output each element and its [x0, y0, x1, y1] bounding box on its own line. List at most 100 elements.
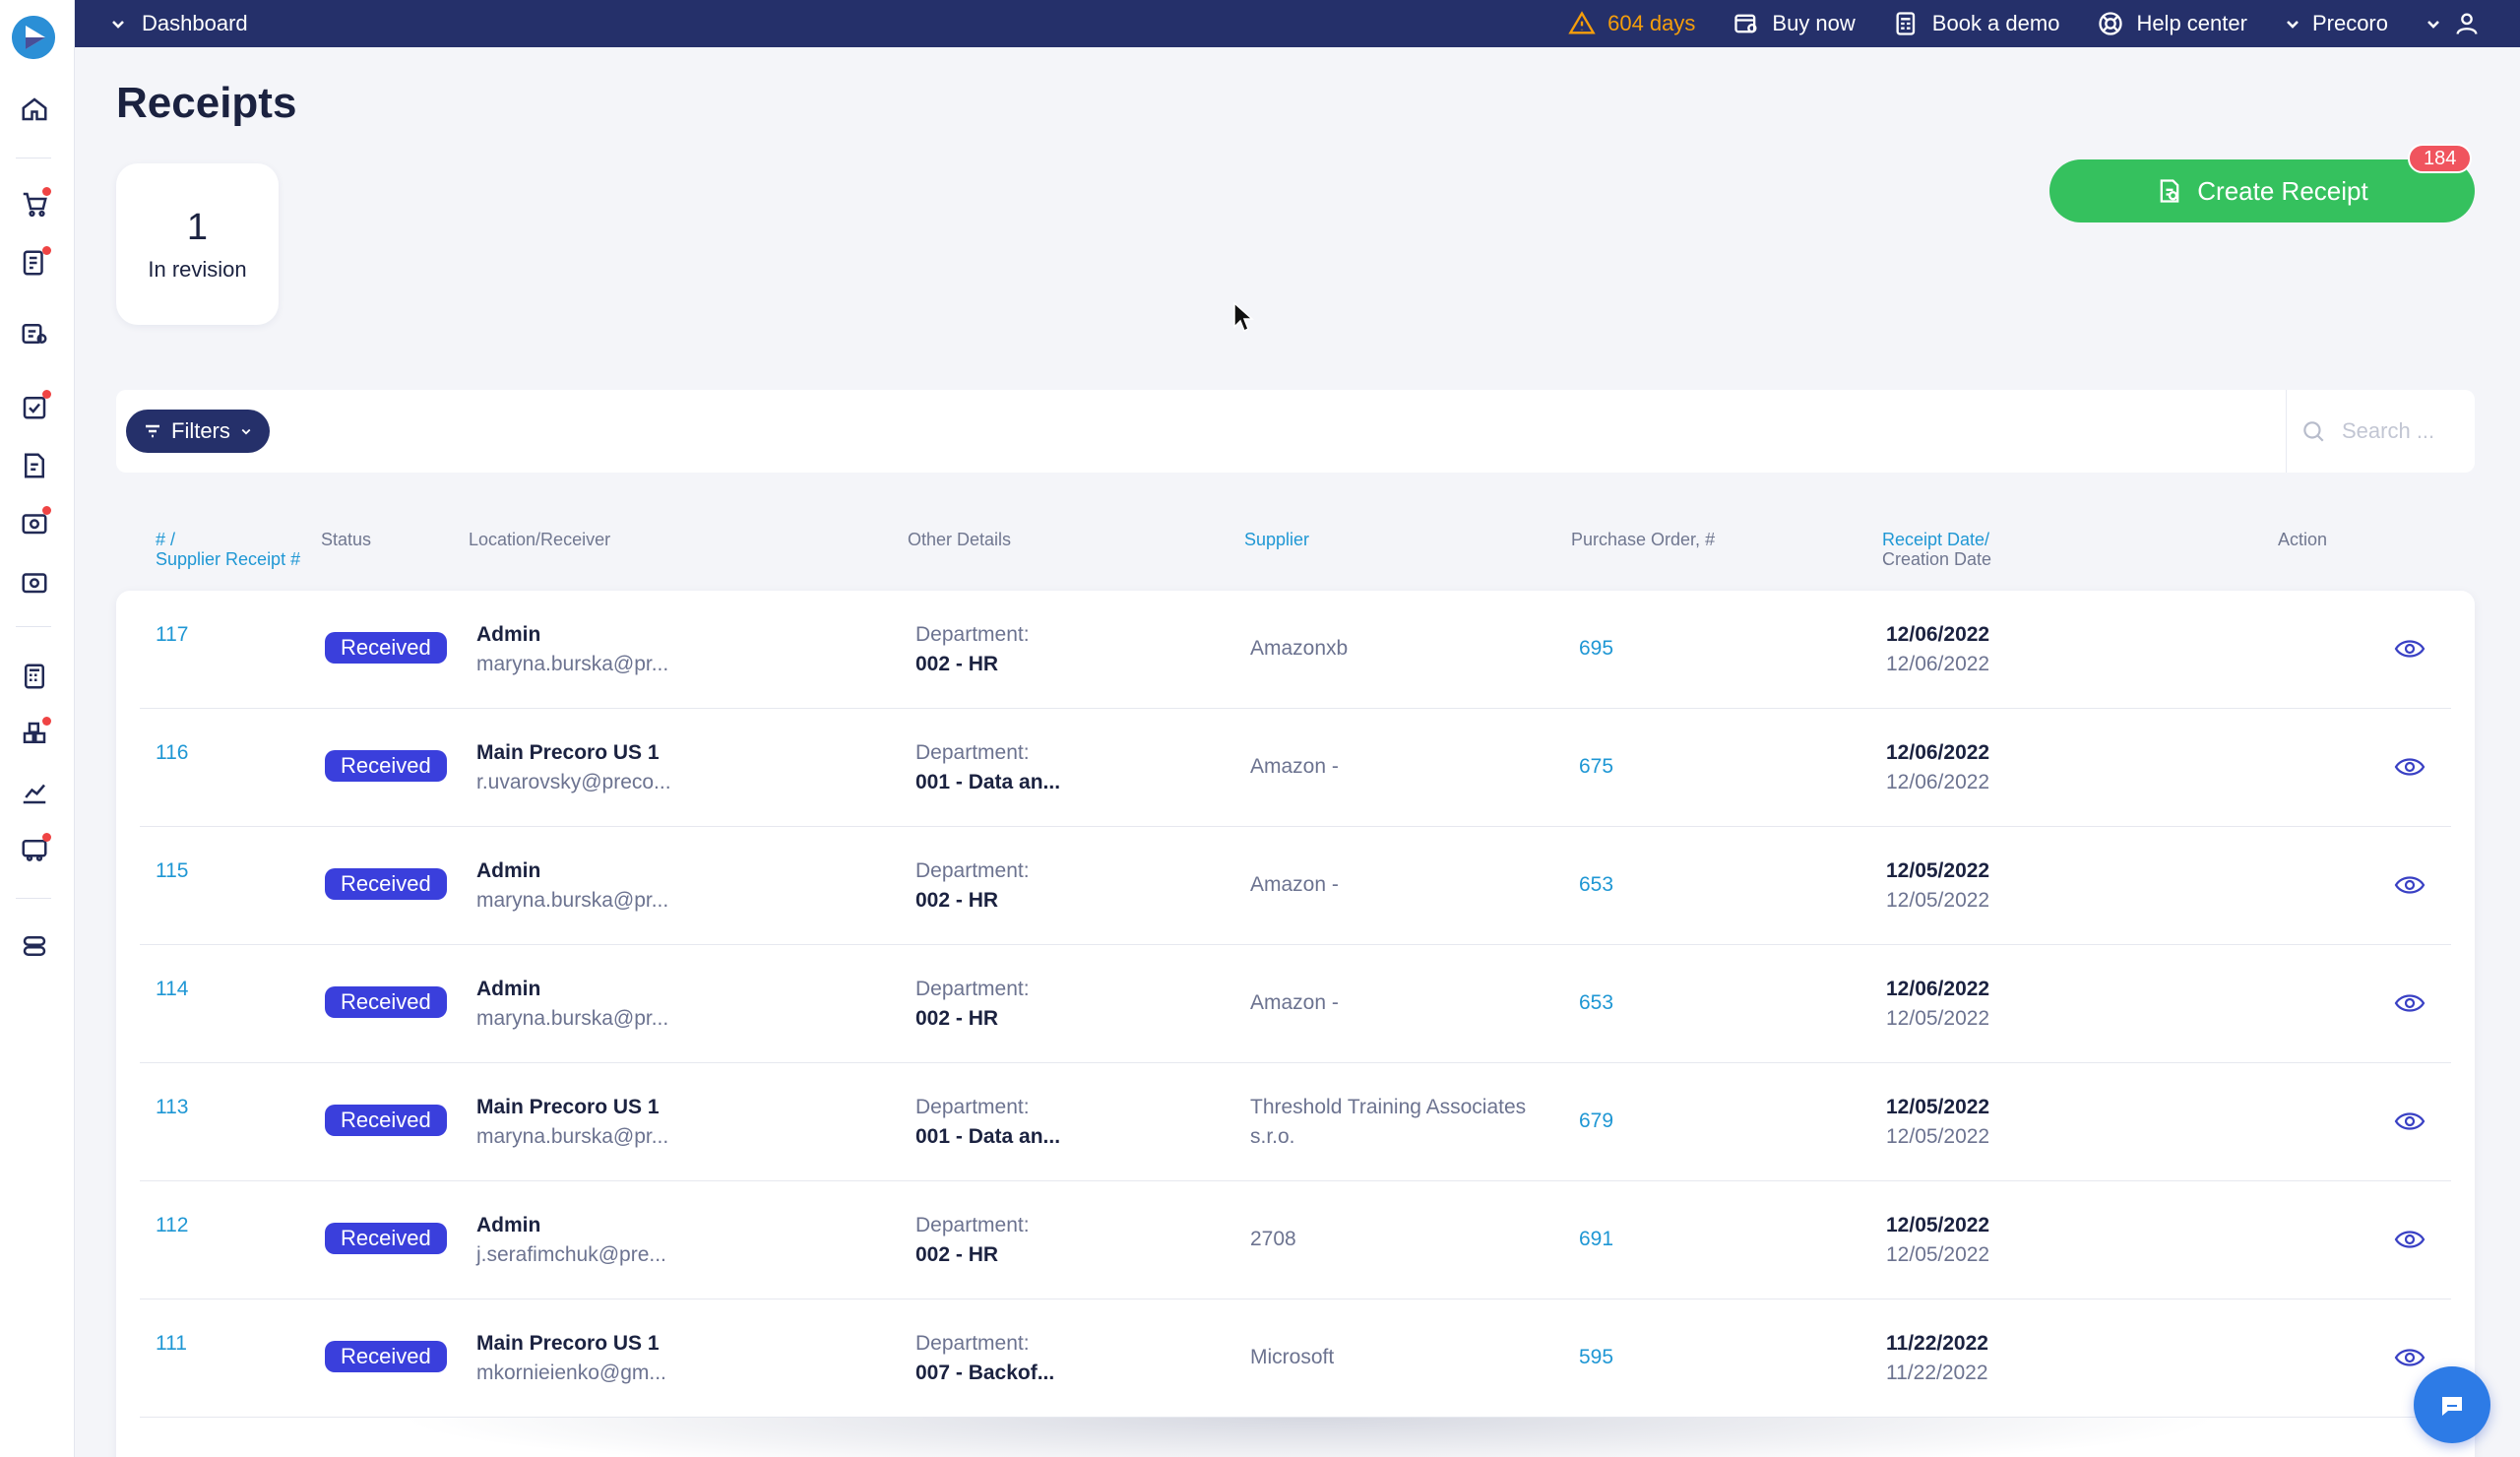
- home-icon[interactable]: [18, 93, 51, 126]
- column-header-date-line1: Receipt Date/: [1882, 530, 1990, 549]
- status-badge: Received: [325, 1223, 447, 1254]
- receipt-date: 12/06/2022: [1886, 741, 1990, 764]
- breadcrumb[interactable]: Dashboard: [110, 0, 248, 47]
- purchase-orders-icon[interactable]: [18, 317, 51, 350]
- in-revision-label: In revision: [148, 256, 247, 282]
- receiver-email: maryna.burska@pr...: [476, 653, 669, 675]
- search-box: [2286, 390, 2475, 473]
- receipts-table: 117 Received Admin maryna.burska@pr... De…: [116, 591, 2475, 1457]
- column-header-action: Action: [2278, 530, 2328, 549]
- creation-date: 12/05/2022: [1886, 1007, 1990, 1030]
- purchase-order-link[interactable]: 691: [1579, 1225, 1613, 1254]
- receipt-id-link[interactable]: 111: [156, 1329, 187, 1359]
- table-row[interactable]: 113 Received Main Precoro US 1 maryna.bur…: [140, 1063, 2451, 1181]
- help-center-label: Help center: [2136, 11, 2247, 35]
- view-eye-icon[interactable]: [2394, 1109, 2426, 1134]
- buy-now-link[interactable]: Buy now: [1732, 10, 1856, 37]
- department-label: Department:: [915, 978, 1030, 1000]
- invoices-icon[interactable]: [18, 506, 51, 539]
- status-badge: Received: [325, 986, 447, 1018]
- view-eye-icon[interactable]: [2394, 872, 2426, 898]
- receipt-id-link[interactable]: 117: [156, 620, 188, 650]
- table-row[interactable]: 111 Received Main Precoro US 1 mkornieien…: [140, 1299, 2451, 1418]
- receipt-id-link[interactable]: 116: [156, 738, 188, 768]
- supplier-name: Amazon -: [1250, 873, 1339, 896]
- department-label: Department:: [915, 623, 1030, 646]
- purchase-order-link[interactable]: 595: [1579, 1343, 1613, 1372]
- department-value: 001 - Data an...: [915, 1125, 1061, 1148]
- other-details: Department: 001 - Data an...: [915, 1093, 1060, 1152]
- user-menu[interactable]: [2426, 10, 2481, 37]
- location-name: Admin: [476, 623, 541, 646]
- receipt-id-link[interactable]: 113: [156, 1093, 188, 1122]
- receipt-id-link[interactable]: 115: [156, 856, 188, 886]
- creation-date: 11/22/2022: [1886, 1362, 1988, 1384]
- view-eye-icon[interactable]: [2394, 636, 2426, 662]
- inventory-icon[interactable]: [18, 717, 51, 750]
- payments-icon[interactable]: [18, 565, 51, 599]
- filters-button[interactable]: Filters: [126, 410, 270, 453]
- column-header-id[interactable]: # / Supplier Receipt #: [156, 530, 300, 569]
- purchase-order-link[interactable]: 653: [1579, 988, 1613, 1018]
- trial-days-indicator[interactable]: 604 days: [1568, 10, 1695, 37]
- approvals-icon[interactable]: [18, 390, 51, 423]
- notification-dot: [42, 390, 51, 399]
- location-receiver: Admin maryna.burska@pr...: [476, 620, 668, 679]
- location-name: Admin: [476, 978, 541, 1000]
- table-row[interactable]: 116 Received Main Precoro US 1 r.uvarovsk…: [140, 709, 2451, 827]
- purchase-order-link[interactable]: 675: [1579, 752, 1613, 782]
- supplier-name: Amazon -: [1250, 755, 1339, 778]
- buy-now-label: Buy now: [1772, 11, 1856, 35]
- other-details: Department: 001 - Data an...: [915, 738, 1060, 797]
- suppliers-icon[interactable]: [18, 833, 51, 866]
- table-row[interactable]: 112 Received Admin j.serafimchuk@pre... D…: [140, 1181, 2451, 1299]
- table-row[interactable]: 114 Received Admin maryna.burska@pr... De…: [140, 945, 2451, 1063]
- receipts-icon[interactable]: [18, 449, 51, 482]
- purchase-order-link[interactable]: 695: [1579, 634, 1613, 664]
- table-row[interactable]: 115 Received Admin maryna.burska@pr... De…: [140, 827, 2451, 945]
- notification-dot: [42, 717, 51, 726]
- location-name: Main Precoro US 1: [476, 1096, 660, 1118]
- receipt-id-link[interactable]: 114: [156, 975, 188, 1004]
- purchase-order-link[interactable]: 679: [1579, 1107, 1613, 1136]
- receipt-id-link[interactable]: 112: [156, 1211, 188, 1240]
- column-header-supplier[interactable]: Supplier: [1244, 530, 1309, 549]
- cart-icon[interactable]: [18, 187, 51, 221]
- table-row[interactable]: 117 Received Admin maryna.burska@pr... De…: [140, 591, 2451, 709]
- company-switcher[interactable]: Precoro: [2285, 11, 2388, 36]
- location-name: Admin: [476, 1214, 541, 1236]
- receiver-email: r.uvarovsky@preco...: [476, 771, 671, 793]
- create-receipt-button[interactable]: Create Receipt: [2049, 159, 2475, 222]
- view-eye-icon[interactable]: [2394, 990, 2426, 1016]
- chat-button[interactable]: [2414, 1366, 2490, 1443]
- status-badge: Received: [325, 1341, 447, 1372]
- creation-date: 12/05/2022: [1886, 1243, 1990, 1266]
- requisitions-icon[interactable]: [18, 246, 51, 280]
- help-center-link[interactable]: Help center: [2097, 10, 2247, 37]
- filter-bar: Filters: [116, 390, 2475, 473]
- view-eye-icon[interactable]: [2394, 754, 2426, 780]
- purchase-order-link[interactable]: 653: [1579, 870, 1613, 900]
- view-eye-icon[interactable]: [2394, 1345, 2426, 1370]
- analytics-icon[interactable]: [18, 776, 51, 809]
- in-revision-card[interactable]: 1 In revision: [116, 163, 279, 325]
- creation-date: 12/05/2022: [1886, 889, 1990, 912]
- dates: 12/05/2022 12/05/2022: [1886, 1093, 1989, 1152]
- column-header-other-details: Other Details: [908, 530, 1012, 549]
- department-value: 002 - HR: [915, 653, 999, 675]
- supplier-name: Microsoft: [1250, 1346, 1335, 1368]
- column-header-location: Location/Receiver: [469, 530, 611, 549]
- creation-date: 12/06/2022: [1886, 771, 1990, 793]
- settings-icon[interactable]: [18, 929, 51, 963]
- search-input[interactable]: [2342, 418, 2460, 444]
- other-details: Department: 002 - HR: [915, 620, 1030, 679]
- book-demo-link[interactable]: Book a demo: [1893, 10, 2059, 37]
- top-bar: Dashboard 604 days Buy now Book a demo H…: [75, 0, 2520, 47]
- supplier-name: Threshold Training Associates s.r.o.: [1250, 1096, 1527, 1148]
- receipt-date: 12/05/2022: [1886, 859, 1990, 882]
- budgets-icon[interactable]: [18, 660, 51, 693]
- view-eye-icon[interactable]: [2394, 1227, 2426, 1252]
- department-value: 007 - Backof...: [915, 1362, 1055, 1384]
- precoro-logo[interactable]: [12, 16, 55, 59]
- column-header-receipt-date[interactable]: Receipt Date/ Creation Date: [1882, 530, 1991, 569]
